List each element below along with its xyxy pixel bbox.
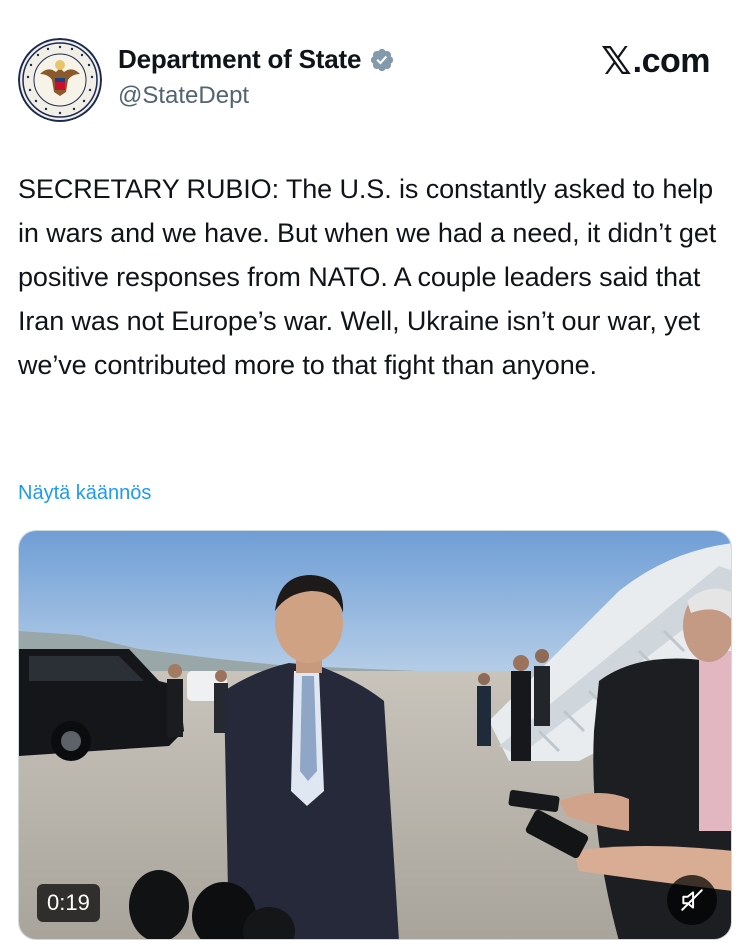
author-avatar[interactable] xyxy=(18,38,102,122)
mute-toggle-button[interactable] xyxy=(667,875,717,925)
author-display-name[interactable]: Department of State xyxy=(118,44,361,75)
verified-badge-icon[interactable] xyxy=(369,47,395,73)
author-handle[interactable]: @StateDept xyxy=(118,82,249,110)
volume-muted-icon xyxy=(681,889,703,911)
video-duration-badge: 0:19 xyxy=(37,884,100,922)
x-com-watermark: 𝕏 .com xyxy=(601,42,710,81)
us-department-of-state-seal-icon xyxy=(18,38,102,122)
show-translation-link[interactable]: Näytä käännös xyxy=(18,482,151,505)
video-player[interactable]: 0:19 xyxy=(18,530,732,940)
author-name-row[interactable]: Department of State xyxy=(118,44,395,75)
x-logo-icon: 𝕏 xyxy=(601,40,632,83)
brand-domain-text: .com xyxy=(632,42,711,80)
tweet-card: Department of State @StateDept 𝕏 .com SE… xyxy=(0,0,750,945)
video-thumbnail xyxy=(19,531,731,939)
tweet-text: SECRETARY RUBIO: The U.S. is constantly … xyxy=(18,174,717,380)
